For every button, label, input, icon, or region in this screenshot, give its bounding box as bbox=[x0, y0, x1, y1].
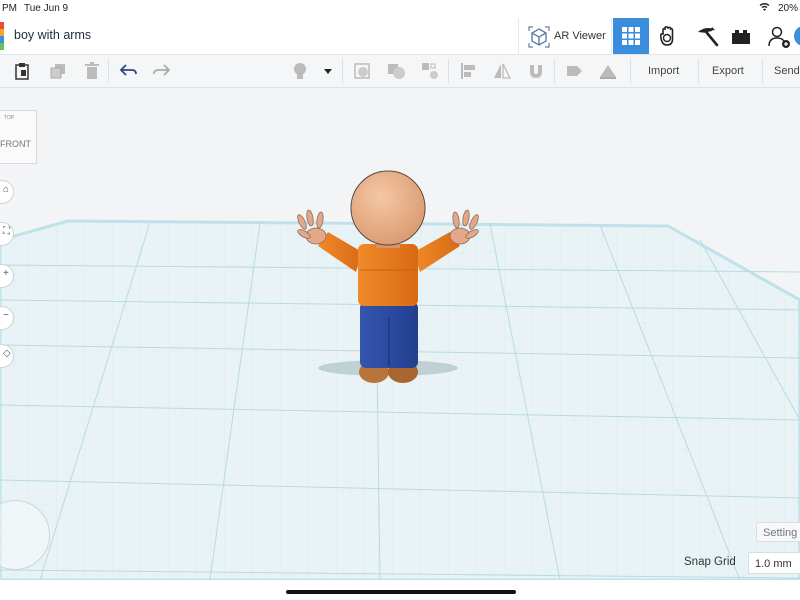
align-icon bbox=[461, 63, 475, 79]
3d-viewport[interactable] bbox=[0, 88, 800, 580]
grid-view-icon bbox=[622, 27, 640, 45]
snap-grid-label: Snap Grid bbox=[684, 556, 736, 568]
mirror-button[interactable] bbox=[488, 59, 516, 83]
edit-toolbar: Import Export Send bbox=[0, 55, 800, 88]
align-button[interactable] bbox=[454, 59, 482, 83]
status-bar: PM Tue Jun 9 20% bbox=[0, 0, 800, 18]
home-indicator[interactable] bbox=[286, 590, 516, 594]
redo-icon bbox=[153, 64, 171, 76]
bricks-icon bbox=[732, 30, 750, 44]
undo-button[interactable] bbox=[114, 59, 142, 83]
clipboard-icon bbox=[15, 63, 29, 80]
ungroup-icon bbox=[422, 63, 438, 79]
ruler-button[interactable] bbox=[594, 59, 622, 83]
battery-level: 20% bbox=[777, 3, 798, 14]
ungroup-button[interactable] bbox=[416, 59, 444, 83]
lightbulb-icon bbox=[294, 63, 306, 79]
view-cube-top[interactable]: TOP bbox=[4, 115, 14, 121]
zoom-in-icon: + bbox=[3, 268, 9, 279]
paste-button[interactable] bbox=[8, 59, 36, 83]
user-add-icon bbox=[768, 26, 790, 48]
zoom-out-icon: − bbox=[3, 310, 9, 321]
cruise-button[interactable] bbox=[522, 59, 550, 83]
mirror-icon bbox=[494, 63, 512, 79]
tinkercad-logo bbox=[0, 22, 4, 50]
title-bar: boy with arms AR Viewer bbox=[0, 18, 800, 55]
pickaxe-icon bbox=[698, 27, 719, 47]
trash-icon bbox=[85, 62, 99, 79]
mode-3d-design-button[interactable] bbox=[613, 18, 649, 54]
delete-button[interactable] bbox=[78, 59, 106, 83]
redo-button[interactable] bbox=[148, 59, 176, 83]
notes-button[interactable] bbox=[560, 59, 588, 83]
group-icon bbox=[388, 64, 405, 79]
send-to-button[interactable]: Send bbox=[768, 59, 800, 83]
light-dropdown-button[interactable] bbox=[318, 59, 338, 83]
mode-bricks-button[interactable] bbox=[723, 18, 759, 54]
status-time: PM bbox=[2, 3, 17, 14]
ar-viewer-button[interactable]: AR Viewer bbox=[518, 18, 612, 54]
note-tag-icon bbox=[567, 66, 582, 76]
fit-icon: ⛶ bbox=[3, 226, 10, 237]
home-icon: ⌂ bbox=[3, 184, 10, 195]
view-cube[interactable]: TOP FRONT bbox=[0, 110, 37, 164]
caret-down-icon bbox=[324, 69, 332, 74]
import-button[interactable]: Import bbox=[642, 59, 685, 83]
ar-viewer-label: AR Viewer bbox=[554, 30, 606, 42]
hide-icon bbox=[354, 63, 370, 79]
group-button[interactable] bbox=[382, 59, 410, 83]
undo-icon bbox=[119, 64, 137, 76]
ar-cube-icon bbox=[528, 26, 550, 48]
hide-button[interactable] bbox=[348, 59, 376, 83]
design-title[interactable]: boy with arms bbox=[14, 28, 91, 42]
mode-blocks-button[interactable] bbox=[688, 18, 724, 54]
status-date: Tue Jun 9 bbox=[24, 3, 69, 14]
export-button[interactable]: Export bbox=[706, 59, 750, 83]
view-cube-front[interactable]: FRONT bbox=[0, 139, 31, 149]
user-account-button[interactable] bbox=[760, 18, 796, 54]
duplicate-icon bbox=[50, 64, 65, 79]
tinker-hand-icon bbox=[659, 25, 674, 46]
duplicate-button[interactable] bbox=[44, 59, 72, 83]
ruler-icon bbox=[600, 65, 616, 79]
mode-sim-lab-button[interactable] bbox=[650, 18, 686, 54]
wifi-icon bbox=[759, 2, 770, 14]
workplane-scene bbox=[0, 170, 800, 580]
magnet-icon bbox=[530, 65, 542, 78]
snap-grid-select[interactable]: 1.0 mm bbox=[748, 552, 800, 574]
light-toggle-button[interactable] bbox=[286, 59, 314, 83]
settings-button[interactable]: Setting bbox=[756, 522, 800, 542]
perspective-icon: ◇ bbox=[3, 348, 11, 359]
